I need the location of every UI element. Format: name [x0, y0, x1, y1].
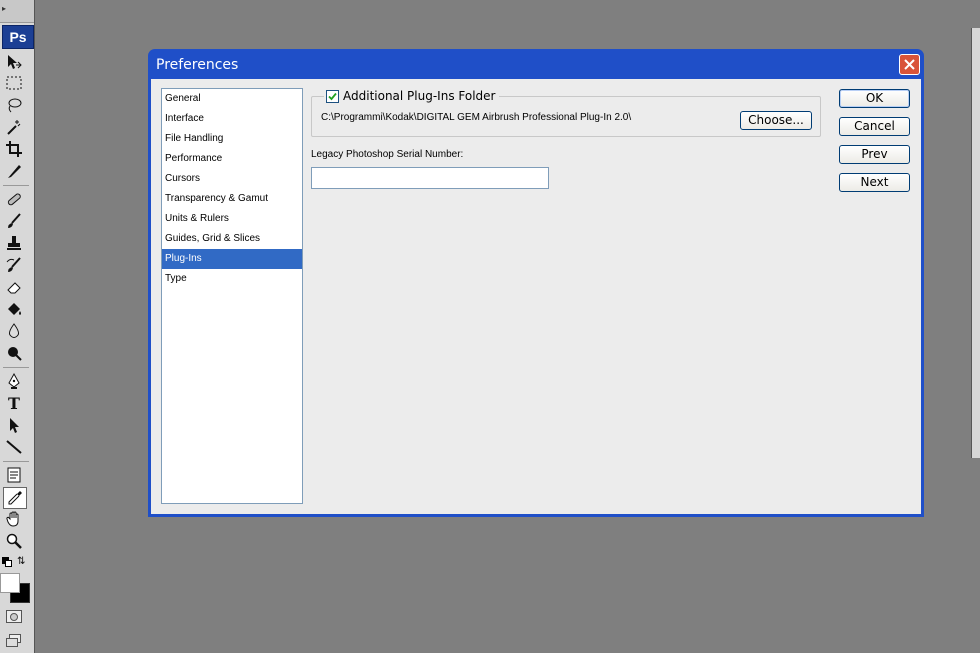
category-item[interactable]: General [162, 89, 302, 109]
dodge-tool-icon[interactable] [3, 343, 25, 363]
crop-tool-icon[interactable] [3, 139, 25, 159]
category-item[interactable]: Interface [162, 109, 302, 129]
category-item-selected[interactable]: Plug-Ins [162, 249, 302, 269]
category-item[interactable]: File Handling [162, 129, 302, 149]
preferences-dialog: Preferences General Interface File Handl… [148, 49, 924, 517]
move-tool-icon[interactable] [3, 52, 25, 72]
hand-tool-icon[interactable] [3, 509, 25, 529]
serial-number-label: Legacy Photoshop Serial Number: [311, 149, 464, 160]
line-tool-icon[interactable] [3, 437, 25, 457]
zoom-tool-icon[interactable] [3, 531, 25, 551]
tools-panel: ▸ Ps T ⇅ [0, 0, 35, 653]
swap-colors-icon[interactable]: ⇅ [17, 556, 25, 567]
magic-wand-tool-icon[interactable] [3, 117, 25, 137]
history-brush-tool-icon[interactable] [3, 255, 25, 275]
dialog-titlebar[interactable]: Preferences [151, 49, 921, 79]
collapse-arrow-icon[interactable]: ▸ [2, 4, 6, 13]
blur-tool-icon[interactable] [3, 321, 25, 341]
right-panel-edge [971, 28, 980, 458]
additional-plugins-label: Additional Plug-Ins Folder [343, 89, 496, 103]
dialog-title: Preferences [156, 57, 239, 73]
choose-button[interactable]: Choose... [740, 111, 812, 130]
lasso-tool-icon[interactable] [3, 95, 25, 115]
clone-stamp-tool-icon[interactable] [3, 233, 25, 253]
close-button[interactable] [899, 54, 920, 75]
category-item[interactable]: Transparency & Gamut [162, 189, 302, 209]
eraser-tool-icon[interactable] [3, 277, 25, 297]
category-item[interactable]: Guides, Grid & Slices [162, 229, 302, 249]
healing-brush-tool-icon[interactable] [3, 189, 25, 209]
checkmark-icon [328, 92, 337, 100]
additional-plugins-checkbox-row[interactable]: Additional Plug-Ins Folder [324, 87, 500, 105]
type-tool-icon[interactable]: T [3, 393, 25, 413]
category-list: General Interface File Handling Performa… [161, 88, 303, 504]
foreground-color-swatch[interactable] [0, 573, 20, 593]
plugins-folder-path: C:\Programmi\Kodak\DIGITAL GEM Airbrush … [321, 112, 632, 123]
ok-button[interactable]: OK [839, 89, 910, 108]
marquee-tool-icon[interactable] [3, 73, 25, 93]
additional-plugins-checkbox[interactable] [326, 89, 339, 103]
serial-number-input[interactable] [311, 167, 549, 189]
slice-tool-icon[interactable] [3, 161, 25, 181]
default-colors-icon[interactable] [2, 557, 12, 567]
eyedropper-tool-icon[interactable] [3, 487, 27, 509]
paint-bucket-tool-icon[interactable] [3, 299, 25, 319]
pen-tool-icon[interactable] [3, 371, 25, 391]
dialog-body: General Interface File Handling Performa… [151, 79, 921, 514]
category-item[interactable]: Units & Rulers [162, 209, 302, 229]
quick-mask-icon[interactable] [6, 610, 22, 623]
tools-panel-header[interactable]: ▸ [0, 0, 34, 23]
photoshop-logo[interactable]: Ps [2, 25, 34, 49]
path-selection-tool-icon[interactable] [3, 415, 25, 435]
prev-button[interactable]: Prev [839, 145, 910, 164]
category-item[interactable]: Type [162, 269, 302, 289]
cancel-button[interactable]: Cancel [839, 117, 910, 136]
category-item[interactable]: Performance [162, 149, 302, 169]
screen-mode-icon[interactable] [6, 634, 21, 647]
notes-tool-icon[interactable] [3, 465, 25, 485]
close-icon [904, 59, 915, 70]
category-item[interactable]: Cursors [162, 169, 302, 189]
next-button[interactable]: Next [839, 173, 910, 192]
brush-tool-icon[interactable] [3, 211, 25, 231]
